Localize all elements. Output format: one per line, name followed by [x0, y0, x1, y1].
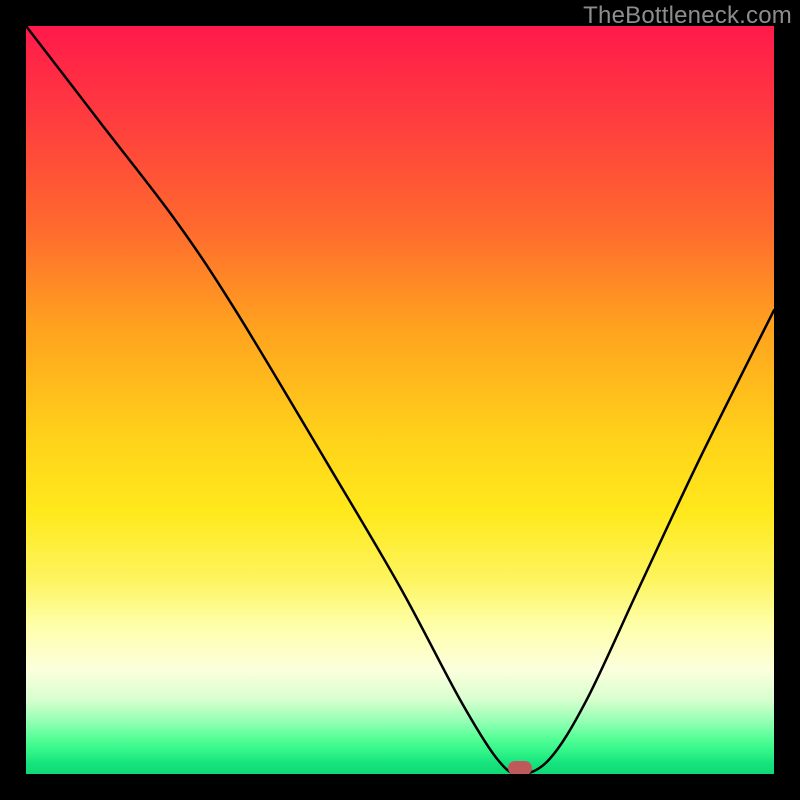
bottleneck-curve [26, 26, 774, 774]
plot-area [26, 26, 774, 774]
watermark-text: TheBottleneck.com [583, 2, 792, 30]
chart-frame: TheBottleneck.com [0, 0, 800, 800]
optimal-point-marker [508, 761, 532, 774]
